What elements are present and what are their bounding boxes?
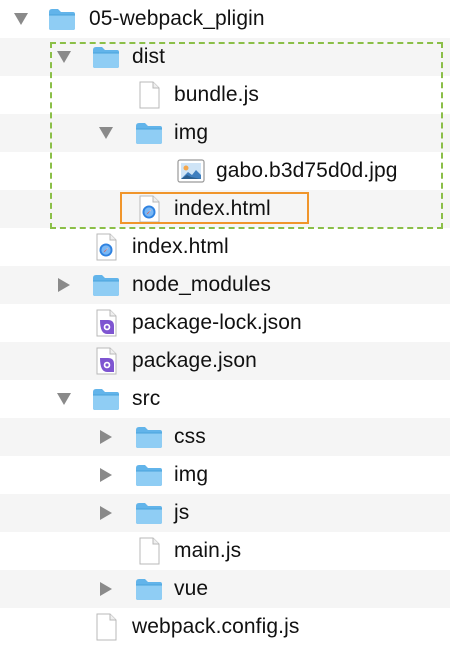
tree-item-label: vue: [174, 577, 209, 600]
disclosure-collapsed-icon[interactable]: [98, 468, 114, 482]
tree-item-label: main.js: [174, 539, 242, 562]
folder-icon: [134, 460, 164, 490]
tree-row[interactable]: dist: [0, 38, 450, 76]
folder-icon: [134, 118, 164, 148]
tree-item-label: src: [132, 387, 161, 410]
tree-item-label: img: [174, 463, 209, 486]
tree-item-label: js: [174, 501, 190, 524]
tree-item-label: 05-webpack_pligin: [89, 7, 265, 30]
file-tree: 05-webpack_pligin dist bundle.js img gab…: [0, 0, 450, 648]
html-file-icon: [134, 194, 164, 224]
tree-item-label: node_modules: [132, 273, 271, 296]
disclosure-expanded-icon[interactable]: [56, 50, 72, 64]
folder-icon: [91, 42, 121, 72]
tree-item-label: css: [174, 425, 206, 448]
file-icon: [91, 612, 121, 642]
disclosure-collapsed-icon[interactable]: [98, 506, 114, 520]
folder-icon: [47, 4, 77, 34]
folder-icon: [134, 498, 164, 528]
tree-row[interactable]: index.html: [0, 190, 450, 228]
html-file-icon: [91, 232, 121, 262]
tree-row[interactable]: img: [0, 114, 450, 152]
disclosure-collapsed-icon[interactable]: [56, 278, 72, 292]
tree-item-label: package-lock.json: [132, 311, 302, 334]
folder-icon: [134, 574, 164, 604]
disclosure-expanded-icon[interactable]: [98, 126, 114, 140]
tree-item-label: package.json: [132, 349, 257, 372]
tree-row[interactable]: vue: [0, 570, 450, 608]
tree-item-label: dist: [132, 45, 166, 68]
tree-row[interactable]: package-lock.json: [0, 304, 450, 342]
tree-item-label: webpack.config.js: [132, 615, 300, 638]
tree-item-label: index.html: [132, 235, 229, 258]
tree-row[interactable]: img: [0, 456, 450, 494]
disclosure-collapsed-icon[interactable]: [98, 582, 114, 596]
folder-icon: [91, 384, 121, 414]
tree-row[interactable]: src: [0, 380, 450, 418]
tree-row[interactable]: 05-webpack_pligin: [0, 0, 450, 38]
tree-row[interactable]: bundle.js: [0, 76, 450, 114]
tree-row[interactable]: css: [0, 418, 450, 456]
tree-item-label: index.html: [174, 197, 271, 220]
json-file-icon: [91, 308, 121, 338]
disclosure-collapsed-icon[interactable]: [98, 430, 114, 444]
tree-item-label: bundle.js: [174, 83, 259, 106]
tree-row[interactable]: webpack.config.js: [0, 608, 450, 646]
tree-item-label: gabo.b3d75d0d.jpg: [216, 159, 398, 182]
tree-row[interactable]: main.js: [0, 532, 450, 570]
tree-row[interactable]: gabo.b3d75d0d.jpg: [0, 152, 450, 190]
tree-row[interactable]: node_modules: [0, 266, 450, 304]
folder-icon: [134, 422, 164, 452]
disclosure-expanded-icon[interactable]: [56, 392, 72, 406]
image-file-icon: [176, 156, 206, 186]
tree-row[interactable]: index.html: [0, 228, 450, 266]
disclosure-expanded-icon[interactable]: [13, 12, 29, 26]
file-icon: [134, 536, 164, 566]
file-icon: [134, 80, 164, 110]
folder-icon: [91, 270, 121, 300]
json-file-icon: [91, 346, 121, 376]
tree-row[interactable]: js: [0, 494, 450, 532]
tree-item-label: img: [174, 121, 209, 144]
tree-row[interactable]: package.json: [0, 342, 450, 380]
